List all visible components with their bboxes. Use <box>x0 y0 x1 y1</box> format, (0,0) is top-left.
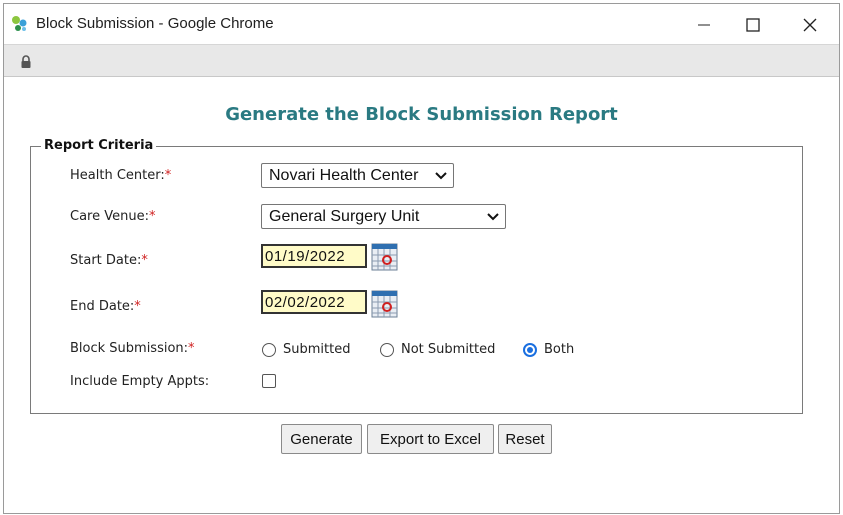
radio-submitted[interactable]: Submitted <box>262 342 350 357</box>
required-marker: * <box>164 168 172 183</box>
app-icon <box>12 16 27 31</box>
include-empty-checkbox[interactable] <box>262 374 276 388</box>
block-submission-label: Block Submission:* <box>70 341 195 356</box>
fieldset-legend: Report Criteria <box>41 138 157 153</box>
required-marker: * <box>134 299 141 314</box>
block-submission-label-text: Block Submission: <box>70 341 189 356</box>
radio-both[interactable]: Both <box>523 342 574 357</box>
care-venue-select[interactable]: General Surgery Unit <box>261 204 506 229</box>
calendar-icon[interactable] <box>371 243 398 271</box>
minimize-button[interactable] <box>684 11 724 39</box>
generate-button[interactable]: Generate <box>281 424 362 454</box>
start-date-label-text: Start Date: <box>70 253 142 268</box>
close-button[interactable] <box>790 11 830 39</box>
lock-icon[interactable] <box>20 55 32 69</box>
care-venue-value: General Surgery Unit <box>269 207 420 225</box>
care-venue-label: Care Venue:* <box>70 209 155 224</box>
address-bar <box>4 44 839 77</box>
end-date-input[interactable]: 02/02/2022 <box>261 290 367 314</box>
required-marker: * <box>148 209 156 224</box>
radio-button[interactable] <box>380 342 394 357</box>
title-bar: Block Submission - Google Chrome <box>4 4 839 44</box>
required-marker: * <box>188 341 195 356</box>
health-center-label: Health Center:* <box>70 168 171 183</box>
start-date-label: Start Date:* <box>70 253 148 268</box>
health-center-label-text: Health Center: <box>70 168 165 183</box>
radio-button[interactable] <box>262 342 276 357</box>
window-title: Block Submission - Google Chrome <box>36 15 274 32</box>
maximize-button[interactable] <box>733 11 773 39</box>
close-icon <box>803 18 817 32</box>
browser-window: Block Submission - Google Chrome Generat… <box>3 3 840 514</box>
export-to-excel-button[interactable]: Export to Excel <box>367 424 494 454</box>
radio-not-submitted[interactable]: Not Submitted <box>380 342 495 357</box>
end-date-label: End Date:* <box>70 299 141 314</box>
health-center-select[interactable]: Novari Health Center <box>261 163 454 188</box>
radio-label-submitted: Submitted <box>283 342 351 357</box>
maximize-icon <box>746 18 760 32</box>
chevron-down-icon <box>435 172 447 180</box>
chevron-down-icon <box>487 213 499 221</box>
radio-label-both: Both <box>544 342 575 357</box>
page-title: Generate the Block Submission Report <box>225 104 618 125</box>
include-empty-label: Include Empty Appts: <box>70 374 210 389</box>
care-venue-label-text: Care Venue: <box>70 209 149 224</box>
minimize-icon <box>698 24 710 26</box>
health-center-value: Novari Health Center <box>269 166 419 184</box>
calendar-icon[interactable] <box>371 290 398 318</box>
start-date-input[interactable]: 01/19/2022 <box>261 244 367 268</box>
radio-label-not-submitted: Not Submitted <box>401 342 496 357</box>
radio-button-selected[interactable] <box>523 342 537 357</box>
reset-button[interactable]: Reset <box>498 424 552 454</box>
required-marker: * <box>141 253 148 268</box>
end-date-label-text: End Date: <box>70 299 135 314</box>
